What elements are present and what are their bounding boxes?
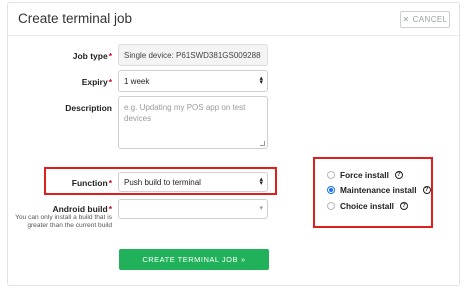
header-divider [8,35,459,36]
force-install-radio[interactable] [327,171,335,179]
expiry-label: Expiry* [81,77,112,87]
maintenance-install-label: Maintenance install [340,185,417,195]
cancel-button[interactable]: ✕ CANCEL [400,11,450,28]
job-type-label: Job type* [72,51,112,61]
select-arrows-icon: ▴ ▾ [259,176,263,187]
help-icon[interactable]: ? [399,202,408,210]
help-icon[interactable]: ? [394,171,403,179]
android-build-select[interactable]: ▾ [118,199,268,219]
required-marker: * [108,204,112,214]
android-build-label: Android build* [52,204,112,214]
description-textarea[interactable]: e.g. Updating my POS app on test devices [118,96,268,149]
maintenance-install-radio[interactable] [327,186,335,194]
expiry-value: 1 week [124,76,150,86]
job-type-value: Single device: P61SWD381GS009288 [124,50,261,60]
choice-install-radio[interactable] [327,202,335,210]
force-install-option[interactable]: Force install ? [327,170,403,180]
choice-install-option[interactable]: Choice install ? [327,201,408,211]
description-placeholder: e.g. Updating my POS app on test devices [124,103,246,123]
force-install-label: Force install [340,170,389,180]
create-terminal-job-button[interactable]: CREATE TERMINAL JOB » [119,249,269,270]
create-terminal-job-label: CREATE TERMINAL JOB [142,255,238,264]
close-icon: ✕ [402,15,410,24]
required-marker: * [108,178,112,188]
cancel-label: CANCEL [412,15,448,24]
choice-install-label: Choice install [340,201,394,211]
resize-handle-icon[interactable] [260,141,265,146]
help-icon[interactable]: ? [422,186,431,194]
maintenance-install-option[interactable]: Maintenance install ? [327,185,431,195]
required-marker: * [108,77,112,87]
chevron-down-icon: ▾ [259,205,263,212]
required-marker: * [108,51,112,61]
description-label: Description [65,103,112,113]
page-title: Create terminal job [18,11,133,26]
android-build-hint: You can only install a build that is gre… [15,214,112,229]
function-select[interactable]: Push build to terminal ▴ ▾ [118,172,268,192]
job-type-field: Single device: P61SWD381GS009288 [118,44,268,66]
function-label: Function* [71,178,112,188]
select-arrows-icon: ▴ ▾ [259,75,263,86]
double-chevron-right-icon: » [240,255,246,264]
expiry-select[interactable]: 1 week ▴ ▾ [118,70,268,92]
function-value: Push build to terminal [124,177,201,187]
